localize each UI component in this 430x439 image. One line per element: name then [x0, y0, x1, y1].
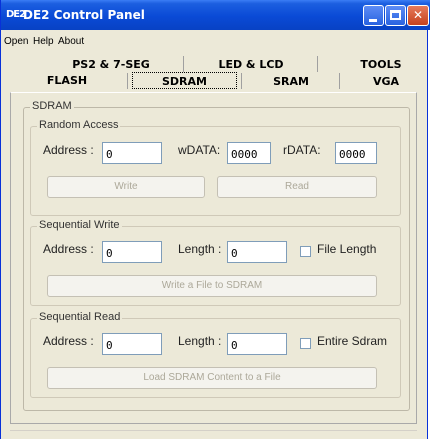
menu-open[interactable]: Open [4, 36, 28, 47]
tab-divider [183, 56, 184, 72]
rdata-label: rDATA: [283, 143, 321, 157]
load-sdram-content-button[interactable]: Load SDRAM Content to a File [47, 367, 377, 389]
random-address-label: Address : [43, 143, 94, 157]
random-address-input[interactable]: 0 [102, 142, 162, 164]
read-button[interactable]: Read [217, 176, 377, 198]
sequential-read-title: Sequential Read [37, 311, 123, 323]
tab-divider [127, 73, 128, 89]
write-file-to-sdram-button[interactable]: Write a File to SDRAM [47, 275, 377, 297]
write-length-input[interactable]: 0 [227, 241, 287, 263]
entire-sdram-label: Entire Sdram [317, 334, 388, 348]
tab-ps2-7seg[interactable]: PS2 & 7-SEG [51, 56, 171, 73]
sdram-group-title: SDRAM [30, 100, 74, 112]
rdata-input[interactable]: 0000 [335, 142, 377, 164]
sequential-write-group: Sequential Write Address : 0 Length : 0 … [30, 219, 401, 306]
read-length-label: Length : [178, 334, 222, 348]
sequential-write-title: Sequential Write [37, 219, 122, 231]
sequential-read-group: Sequential Read Address : 0 Length : 0 E… [30, 311, 401, 398]
tab-sdram[interactable]: SDRAM [132, 72, 237, 89]
tab-divider [317, 56, 318, 72]
menu-bar: Open Help About [1, 35, 429, 51]
tab-sram[interactable]: SRAM [251, 73, 331, 90]
file-length-label: File Length [317, 242, 377, 256]
menu-help[interactable]: Help [33, 36, 54, 47]
window-bottom-divider [10, 430, 417, 431]
write-button[interactable]: Write [47, 176, 205, 198]
sdram-group: SDRAM Random Access Address : 0 wDATA: 0… [23, 100, 410, 411]
close-button[interactable]: ✕ [407, 5, 429, 26]
write-length-label: Length : [178, 242, 222, 256]
tab-tools[interactable]: TOOLS [341, 56, 421, 73]
title-bar[interactable]: DE2 DE2 Control Panel ✕ [1, 0, 430, 30]
tab-led-lcd[interactable]: LED & LCD [196, 56, 306, 73]
read-address-input[interactable]: 0 [102, 333, 162, 355]
tab-vga[interactable]: VGA [351, 73, 421, 90]
tab-flash[interactable]: FLASH [27, 72, 107, 89]
wdata-label: wDATA: [178, 143, 221, 157]
write-address-input[interactable]: 0 [102, 241, 162, 263]
entire-sdram-checkbox[interactable] [300, 338, 311, 349]
close-icon: ✕ [412, 8, 424, 22]
wdata-input[interactable]: 0000 [227, 142, 271, 164]
menu-about[interactable]: About [58, 36, 84, 47]
tab-divider [241, 73, 242, 89]
read-length-input[interactable]: 0 [227, 333, 287, 355]
minimize-icon [369, 19, 377, 22]
file-length-checkbox[interactable] [300, 246, 311, 257]
read-address-label: Address : [43, 334, 94, 348]
tab-divider [339, 73, 340, 89]
random-access-title: Random Access [37, 119, 121, 131]
maximize-icon [390, 10, 401, 20]
minimize-button[interactable] [363, 5, 384, 26]
random-access-group: Random Access Address : 0 wDATA: 0000 rD… [30, 119, 401, 216]
tab-content-panel: SDRAM Random Access Address : 0 wDATA: 0… [10, 92, 417, 424]
window-title: DE2 Control Panel [23, 8, 145, 22]
maximize-button[interactable] [385, 5, 406, 26]
write-address-label: Address : [43, 242, 94, 256]
app-window: DE2 DE2 Control Panel ✕ Open Help About … [0, 0, 430, 439]
